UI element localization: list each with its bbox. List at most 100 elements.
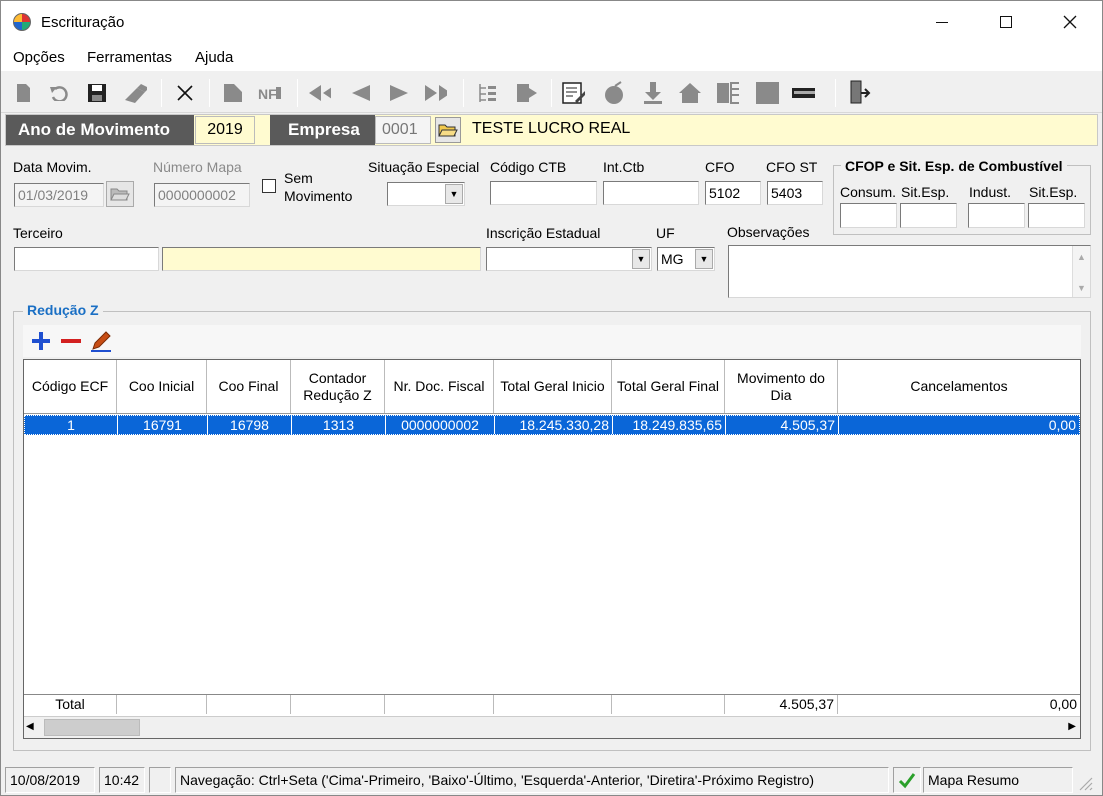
horizontal-scrollbar[interactable]: ◀ ▶: [24, 716, 1080, 738]
home-button[interactable]: [677, 81, 701, 105]
menu-opcoes[interactable]: Opções: [13, 49, 65, 66]
doc-arrow-icon: [517, 84, 537, 102]
col-total-geral-inicio[interactable]: Total Geral Inicio: [494, 360, 612, 413]
first-record-button[interactable]: [307, 81, 331, 105]
title-bar: Escrituração: [1, 1, 1102, 43]
save-button[interactable]: [85, 81, 109, 105]
undo-button[interactable]: [47, 81, 71, 105]
menu-ferramentas[interactable]: Ferramentas: [87, 49, 172, 66]
cell-coo-inicial[interactable]: 16791: [118, 416, 208, 434]
menu-ajuda[interactable]: Ajuda: [195, 49, 233, 66]
cell-total-geral-inicio[interactable]: 18.245.330,28: [495, 416, 613, 434]
observacoes-scrollbar[interactable]: ▲ ▼: [1072, 246, 1090, 297]
cell-nr-doc-fiscal[interactable]: 0000000002: [386, 416, 495, 434]
inscricao-estadual-select[interactable]: ▼: [486, 247, 652, 271]
empresa-code-field[interactable]: 0001: [375, 116, 431, 144]
col-coo-inicial[interactable]: Coo Inicial: [117, 360, 207, 413]
scroll-right-icon[interactable]: ▶: [1068, 721, 1076, 732]
download-button[interactable]: [641, 81, 665, 105]
cell-movimento-do-dia[interactable]: 4.505,37: [726, 416, 839, 434]
col-nr-doc-fiscal[interactable]: Nr. Doc. Fiscal: [385, 360, 494, 413]
edit-row-button[interactable]: [89, 329, 113, 353]
document-button[interactable]: [221, 81, 245, 105]
footer-empty: [117, 695, 207, 714]
apple-icon: [605, 81, 623, 104]
columns-button[interactable]: [715, 81, 739, 105]
export-button[interactable]: [515, 81, 539, 105]
codigo-ctb-label: Código CTB: [490, 159, 567, 175]
cell-cancelamentos[interactable]: 0,00: [839, 416, 1079, 434]
situacao-especial-label: Situação Especial: [368, 159, 480, 175]
sem-movimento-checkbox[interactable]: [262, 179, 276, 193]
new-doc-button[interactable]: [11, 81, 35, 105]
col-codigo-ecf[interactable]: Código ECF: [24, 360, 117, 413]
sit-esp-label-1: Sit.Esp.: [901, 184, 950, 200]
numero-mapa-label: Número Mapa: [153, 159, 242, 175]
sit-esp-field-2[interactable]: [1028, 203, 1085, 228]
sem-movimento-label-1: Sem: [284, 170, 313, 186]
terceiro-label: Terceiro: [13, 225, 63, 241]
columns-icon: [717, 82, 739, 104]
add-row-button[interactable]: [29, 329, 53, 353]
nfe-button[interactable]: NF: [257, 81, 281, 105]
tree-button[interactable]: [475, 81, 499, 105]
col-cancelamentos[interactable]: Cancelamentos: [838, 360, 1080, 413]
download-icon: [644, 82, 662, 104]
cell-total-geral-final[interactable]: 18.249.835,65: [613, 416, 726, 434]
last-record-button[interactable]: [423, 81, 447, 105]
scroll-left-icon[interactable]: ◀: [26, 721, 34, 732]
table-row[interactable]: 1 16791 16798 1313 0000000002 18.245.330…: [24, 415, 1080, 435]
footer-cancelamentos-total: 0,00: [1049, 696, 1077, 712]
sit-esp-field-1[interactable]: [900, 203, 957, 228]
col-total-geral-final[interactable]: Total Geral Final: [612, 360, 725, 413]
minimize-button[interactable]: [911, 1, 973, 43]
col-coo-final[interactable]: Coo Final: [207, 360, 291, 413]
delete-button[interactable]: [173, 81, 197, 105]
fruit-button[interactable]: [601, 81, 625, 105]
toolbar-separator: [297, 79, 298, 107]
resize-grip-icon[interactable]: [1077, 775, 1093, 791]
cfo-field[interactable]: 5102: [705, 181, 761, 205]
situacao-especial-select[interactable]: ▼: [387, 182, 465, 206]
cfo-st-field[interactable]: 5403: [767, 181, 823, 205]
status-empty-panel: [149, 767, 171, 793]
svg-text:NF: NF: [258, 86, 277, 102]
codigo-ctb-field[interactable]: [490, 181, 597, 205]
int-ctb-label: Int.Ctb: [603, 159, 645, 175]
ano-movimento-field[interactable]: 2019: [195, 116, 255, 144]
cell-contador-reducao-z[interactable]: 1313: [292, 416, 386, 434]
col-contador-reducao-z[interactable]: Contador Redução Z: [291, 360, 385, 413]
indust-field[interactable]: [968, 203, 1025, 228]
col-movimento-do-dia[interactable]: Movimento do Dia: [725, 360, 838, 413]
cell-coo-final[interactable]: 16798: [208, 416, 292, 434]
reducao-z-grid[interactable]: Código ECF Coo Inicial Coo Final Contado…: [23, 359, 1081, 739]
cell-codigo-ecf[interactable]: 1: [25, 416, 118, 434]
status-module: Mapa Resumo: [923, 767, 1073, 793]
next-record-button[interactable]: [387, 81, 411, 105]
previous-record-button[interactable]: [349, 81, 373, 105]
maximize-button[interactable]: [975, 1, 1037, 43]
uf-select[interactable]: MG ▼: [657, 247, 715, 271]
first-record-icon: [309, 85, 331, 101]
numero-mapa-field[interactable]: 0000000002: [154, 183, 250, 207]
clear-button[interactable]: [123, 81, 147, 105]
close-button[interactable]: [1039, 1, 1101, 43]
remove-row-button[interactable]: [59, 329, 83, 353]
terceiro-code-field[interactable]: [14, 247, 159, 271]
toolbar-separator: [161, 79, 162, 107]
data-movim-field[interactable]: 01/03/2019: [14, 183, 104, 207]
consum-field[interactable]: [840, 203, 897, 228]
terceiro-name-field[interactable]: [162, 247, 481, 271]
exit-button[interactable]: [847, 80, 871, 105]
sit-esp-label-2: Sit.Esp.: [1029, 184, 1078, 200]
scroll-down-icon: ▼: [1077, 283, 1086, 293]
empresa-open-button[interactable]: [435, 117, 461, 143]
card-button[interactable]: [791, 81, 815, 105]
scrollbar-thumb[interactable]: [44, 719, 140, 736]
block-button[interactable]: [755, 81, 779, 105]
int-ctb-field[interactable]: [603, 181, 699, 205]
folder-open-icon: [110, 188, 130, 201]
observacoes-field[interactable]: ▲ ▼: [728, 245, 1091, 298]
edit-report-button[interactable]: [561, 81, 585, 105]
date-picker-button[interactable]: [106, 181, 134, 207]
